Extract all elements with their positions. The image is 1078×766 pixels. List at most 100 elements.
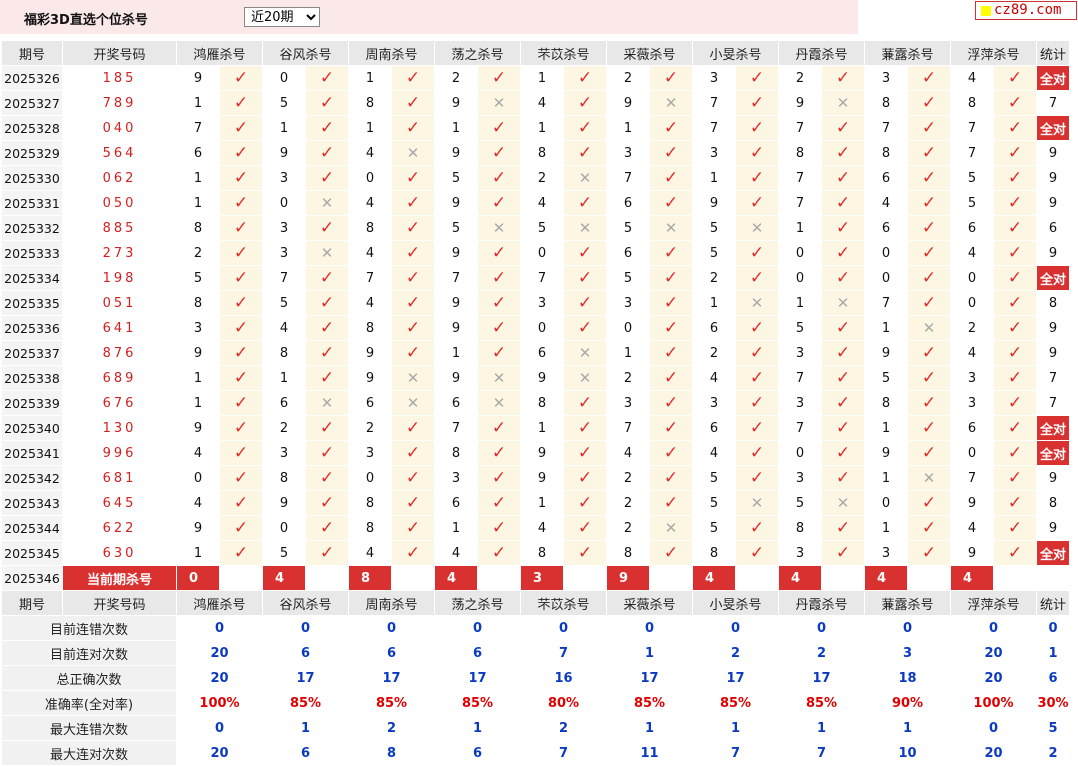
kill-number: 7 <box>778 365 822 391</box>
check-icon: ✓ <box>921 118 937 138</box>
kill-number: 9 <box>176 340 220 366</box>
check-icon: ✓ <box>405 268 421 288</box>
kill-number: 7 <box>864 290 908 316</box>
result-mark: ✓ <box>993 415 1037 441</box>
result-mark: ✓ <box>219 265 263 291</box>
col-header-expert: 蒹露杀号 <box>864 40 951 66</box>
issue-cell: 2025343 <box>1 490 63 516</box>
current-label: 当前期杀号 <box>62 565 177 591</box>
stats-value: 17 <box>348 665 435 691</box>
kill-number: 7 <box>606 165 650 191</box>
result-mark: ✕ <box>477 90 521 116</box>
kill-number: 5 <box>176 265 220 291</box>
kill-number: 0 <box>176 465 220 491</box>
kill-number: 4 <box>348 190 392 216</box>
stats-value: 1 <box>692 715 779 741</box>
stats-value: 17 <box>262 665 349 691</box>
check-icon: ✓ <box>233 493 249 513</box>
kill-number: 2 <box>778 65 822 91</box>
stats-label: 最大连对次数 <box>1 740 177 766</box>
draw-number: 198 <box>62 265 177 291</box>
result-mark: ✕ <box>305 240 349 266</box>
check-icon: ✓ <box>921 143 937 163</box>
result-mark: ✓ <box>649 340 693 366</box>
check-icon: ✓ <box>835 468 851 488</box>
check-icon: ✓ <box>319 118 335 138</box>
result-mark: ✓ <box>305 140 349 166</box>
result-mark: ✓ <box>907 515 951 541</box>
cross-icon: ✕ <box>664 219 678 237</box>
check-icon: ✓ <box>577 118 593 138</box>
stats-value: 6 <box>1036 665 1070 691</box>
result-mark: ✓ <box>391 215 435 241</box>
check-icon: ✓ <box>921 243 937 263</box>
check-icon: ✓ <box>491 118 507 138</box>
kill-number: 7 <box>950 140 994 166</box>
result-mark: ✓ <box>563 515 607 541</box>
kill-number: 2 <box>262 415 306 441</box>
check-icon: ✓ <box>491 143 507 163</box>
check-icon: ✓ <box>405 168 421 188</box>
kill-number: 9 <box>864 340 908 366</box>
period-select[interactable]: 近20期 <box>244 7 320 27</box>
row-stat: 9 <box>1036 140 1070 166</box>
result-mark: ✓ <box>219 415 263 441</box>
kill-number: 4 <box>950 340 994 366</box>
check-icon: ✓ <box>319 68 335 88</box>
check-icon: ✓ <box>319 293 335 313</box>
stats-value: 1 <box>864 715 951 741</box>
stats-value: 0 <box>520 615 607 641</box>
result-mark: ✓ <box>649 165 693 191</box>
check-icon: ✓ <box>491 468 507 488</box>
check-icon: ✓ <box>491 418 507 438</box>
result-mark: ✓ <box>821 65 865 91</box>
result-mark: ✓ <box>477 165 521 191</box>
kill-number: 7 <box>950 465 994 491</box>
kill-number: 3 <box>606 140 650 166</box>
check-icon: ✓ <box>835 368 851 388</box>
col-header-expert: 小旻杀号 <box>692 40 779 66</box>
col-header-expert: 芣苡杀号 <box>520 40 607 66</box>
check-icon: ✓ <box>491 243 507 263</box>
result-mark: ✓ <box>477 540 521 566</box>
current-kill-number: 4 <box>950 565 994 591</box>
empty-cell <box>477 565 521 591</box>
stats-value: 85% <box>692 690 779 716</box>
site-logo[interactable]: cz89.com <box>975 1 1077 20</box>
result-mark: ✓ <box>649 140 693 166</box>
stats-value: 1 <box>1036 640 1070 666</box>
result-mark: ✓ <box>821 440 865 466</box>
table-row: 2025328 040 7 ✓ 1 ✓ 1 ✓ 1 ✓ 1 ✓ 1 ✓ 7 ✓ 7 ✓ 7 ✓ 7 ✓ 全对 <box>1 115 1070 141</box>
issue-cell: 2025335 <box>1 290 63 316</box>
empty-cell <box>563 565 607 591</box>
check-icon: ✓ <box>233 318 249 338</box>
draw-number: 630 <box>62 540 177 566</box>
stats-value: 85% <box>262 690 349 716</box>
result-mark: ✓ <box>907 265 951 291</box>
col-header-expert: 丹霞杀号 <box>778 40 865 66</box>
kill-number: 5 <box>520 215 564 241</box>
check-icon: ✓ <box>405 193 421 213</box>
check-icon: ✓ <box>405 293 421 313</box>
kill-number: 0 <box>864 265 908 291</box>
empty-cell <box>649 565 693 591</box>
check-icon: ✓ <box>405 543 421 563</box>
table-row: 2025340 130 9 ✓ 2 ✓ 2 ✓ 7 ✓ 1 ✓ 7 ✓ 6 ✓ 7 ✓ 1 ✓ 6 ✓ 全对 <box>1 415 1070 441</box>
cross-icon: ✕ <box>750 219 764 237</box>
check-icon: ✓ <box>577 93 593 113</box>
kill-number: 1 <box>348 115 392 141</box>
kill-number: 4 <box>692 440 736 466</box>
cross-icon: ✕ <box>836 94 850 112</box>
result-mark: ✓ <box>907 415 951 441</box>
kill-number: 8 <box>176 215 220 241</box>
kill-number: 5 <box>950 190 994 216</box>
check-icon: ✓ <box>749 193 765 213</box>
col-header-issue: 期号 <box>1 590 63 616</box>
check-icon: ✓ <box>319 518 335 538</box>
result-mark: ✓ <box>391 515 435 541</box>
kill-number: 6 <box>606 240 650 266</box>
stats-value: 20 <box>950 740 1037 766</box>
kill-number: 7 <box>864 115 908 141</box>
current-kill-number: 4 <box>778 565 822 591</box>
result-mark: ✓ <box>477 515 521 541</box>
